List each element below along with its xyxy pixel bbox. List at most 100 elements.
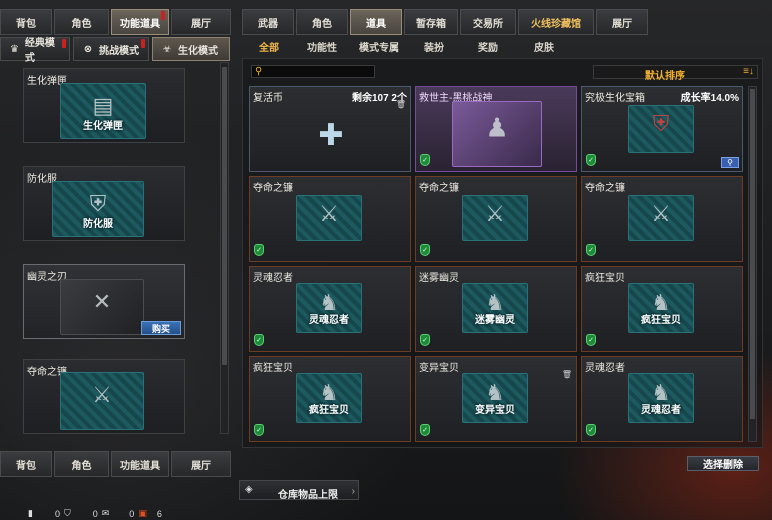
status-count: 0 <box>129 508 135 519</box>
item-art: ♞ 灵魂忍者 <box>296 283 362 333</box>
left-item-card[interactable]: 防化服 ⛨ 防化服 <box>23 166 185 241</box>
tab-function-items[interactable]: 功能道具 <box>111 9 169 35</box>
grid-item-card[interactable]: 夺命之镰 ⚔ ✓ <box>415 176 577 262</box>
scythe-icon: ⚔ <box>485 200 505 226</box>
tab-showroom[interactable]: 展厅 <box>171 9 231 35</box>
scroll-thumb[interactable] <box>750 89 755 419</box>
storage-limit-bar[interactable]: ◈ 仓库物品上限 › <box>239 480 359 501</box>
select-delete-button[interactable]: 选择删除 <box>687 456 759 471</box>
art-label: 灵魂忍者 <box>309 315 349 326</box>
left-item-card[interactable]: 生化弹匣 ▤ 生化弹匣 <box>23 68 185 143</box>
chest-icon: ⛨ <box>652 111 670 137</box>
grid-item-card[interactable]: 灵魂忍者 ♞ 灵魂忍者 ✓ <box>581 356 743 442</box>
tab-label: 背包 <box>16 460 36 472</box>
notice-mark <box>62 39 66 48</box>
grid-scrollbar[interactable] <box>748 86 757 442</box>
left-bottom-tab-bar: 背包 角色 功能道具 展厅 <box>0 451 231 477</box>
subtab-all[interactable]: 全部 <box>259 39 279 54</box>
notice-mark <box>141 39 145 48</box>
item-title: 夺命之镰 <box>585 183 625 194</box>
status-count: 0 <box>54 508 60 519</box>
scythe-icon: ⚔ <box>92 382 112 408</box>
tab-label: 武器 <box>258 18 278 30</box>
gift-icon: ▣ <box>138 508 147 518</box>
item-art: ♞ 疯狂宝贝 <box>628 283 694 333</box>
trash-icon[interactable]: 🗑 <box>562 370 572 379</box>
tab-collection[interactable]: 火线珍藏馆 <box>518 9 594 35</box>
grid-item-card[interactable]: 疯狂宝贝 ♞ 疯狂宝贝 ✓ <box>581 266 743 352</box>
grid-item-card[interactable]: 救世主-黑桃战神 ♟ ✓ <box>415 86 577 172</box>
tab-character[interactable]: 角色 <box>54 9 109 35</box>
left-item-card[interactable]: 夺命之镰 ⚔ <box>23 359 185 434</box>
subtab-rewards[interactable]: 奖励 <box>478 39 498 54</box>
owned-badge-icon: ✓ <box>420 424 430 436</box>
tab-label: 角色 <box>71 460 92 472</box>
scythe-icon: ⚔ <box>319 200 339 226</box>
growth-rate: 成长率14.0% <box>680 93 739 104</box>
mode-tab-biochem[interactable]: ☣ 生化模式 <box>152 37 230 61</box>
grid-item-card[interactable]: 灵魂忍者 ♞ 灵魂忍者 ✓ <box>249 266 411 352</box>
search-input[interactable] <box>264 66 374 77</box>
grid-item-card[interactable]: 夺命之镰 ⚔ ✓ <box>249 176 411 262</box>
item-art: ▤ 生化弹匣 <box>60 83 146 139</box>
subtab-functional[interactable]: 功能性 <box>307 39 337 54</box>
tab-label: 功能道具 <box>120 18 160 30</box>
item-title: 变异宝贝 <box>419 363 459 374</box>
tab-function-items[interactable]: 功能道具 <box>111 451 169 477</box>
grid-item-card[interactable]: 变异宝贝 🗑 ♞ 变异宝贝 ✓ <box>415 356 577 442</box>
tab-character[interactable]: 角色 <box>296 9 348 35</box>
item-art: ⚔ <box>628 195 694 241</box>
tab-backpack[interactable]: 背包 <box>0 451 52 477</box>
mode-tab-challenge[interactable]: ⊗ 挑战模式 <box>73 37 149 61</box>
art-label: 迷雾幽灵 <box>475 315 515 326</box>
tab-items[interactable]: 道具 <box>350 9 402 35</box>
mode-tab-bar: ♛ 经典模式 ⊗ 挑战模式 ☣ 生化模式 <box>0 37 230 64</box>
owned-badge-icon: ✓ <box>420 334 430 346</box>
mode-tab-classic[interactable]: ♛ 经典模式 <box>0 37 70 64</box>
scroll-thumb[interactable] <box>222 67 227 365</box>
tab-exchange[interactable]: 交易所 <box>460 9 516 35</box>
tab-backpack[interactable]: 背包 <box>0 9 52 35</box>
grid-item-card[interactable]: 夺命之镰 ⚔ ✓ <box>581 176 743 262</box>
search-box[interactable]: ⚲ <box>251 65 375 78</box>
mode-label: 经典模式 <box>24 38 55 64</box>
tab-character[interactable]: 角色 <box>54 451 109 477</box>
grid-item-card[interactable]: 究极生化宝箱 成长率14.0% ⛨ ✓ ⚲ <box>581 86 743 172</box>
tab-showroom[interactable]: 展厅 <box>596 9 648 35</box>
subtab-outfit[interactable]: 装扮 <box>424 39 444 54</box>
item-art: ♞ 疯狂宝贝 <box>296 373 362 423</box>
magnify-icon[interactable]: ⚲ <box>721 157 739 168</box>
tab-label: 火线珍藏馆 <box>531 18 581 30</box>
subtab-mode-exclusive[interactable]: 模式专属 <box>359 39 399 54</box>
item-title: 疯狂宝贝 <box>253 363 293 374</box>
sort-order-icon: ≡↓ <box>743 66 754 77</box>
owned-badge-icon: ✓ <box>586 154 596 166</box>
owned-badge-icon: ✓ <box>254 244 264 256</box>
grid-item-card[interactable]: 疯狂宝贝 ♞ 疯狂宝贝 ✓ <box>249 356 411 442</box>
tab-label: 展厅 <box>191 460 211 472</box>
grid-item-card[interactable]: 复活币 剩余107 2个 🗑 ✚ <box>249 86 411 172</box>
mode-label: 生化模式 <box>178 45 218 57</box>
item-art: ♞ 变异宝贝 <box>462 373 528 423</box>
item-art: ♞ 迷雾幽灵 <box>462 283 528 333</box>
trash-icon[interactable]: 🗑 <box>396 100 406 109</box>
subtab-skins[interactable]: 皮肤 <box>534 39 554 54</box>
sort-dropdown[interactable]: 默认排序 ≡↓ <box>593 65 758 82</box>
item-title: 迷雾幽灵 <box>419 273 459 284</box>
status-count: 0 <box>92 508 98 519</box>
grid-item-card[interactable]: 迷雾幽灵 ♞ 迷雾幽灵 ✓ <box>415 266 577 352</box>
item-art: ⛨ <box>628 105 694 153</box>
buy-button[interactable]: 购买 <box>141 321 181 335</box>
chevron-right-icon: › <box>351 486 355 497</box>
layers-icon: ◈ <box>245 484 253 495</box>
owned-badge-icon: ✓ <box>254 334 264 346</box>
left-item-card[interactable]: 幽灵之刃 ✕ 购买 <box>23 264 185 339</box>
tab-storage[interactable]: 暂存箱 <box>404 9 458 35</box>
scythe-icon: ✕ <box>92 288 112 314</box>
tab-label: 展厅 <box>612 18 632 30</box>
tab-weapons[interactable]: 武器 <box>242 9 294 35</box>
tab-label: 角色 <box>71 18 92 30</box>
tab-showroom[interactable]: 展厅 <box>171 451 231 477</box>
left-scrollbar[interactable] <box>220 62 229 434</box>
item-title: 灵魂忍者 <box>585 363 625 374</box>
